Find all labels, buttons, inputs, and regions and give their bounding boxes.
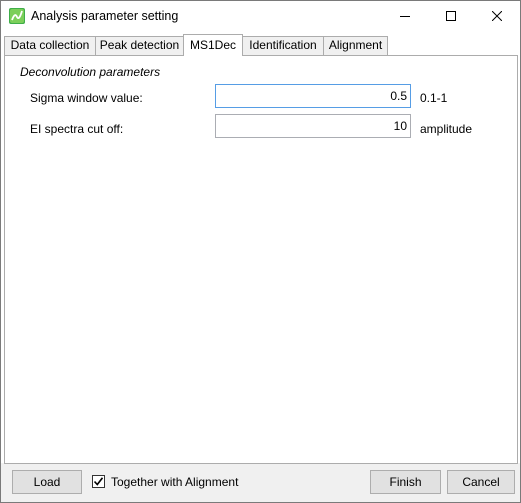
maximize-button[interactable] — [428, 1, 474, 32]
minimize-button[interactable] — [382, 1, 428, 32]
checkmark-icon — [94, 477, 103, 486]
close-button[interactable] — [474, 1, 520, 32]
window-title: Analysis parameter setting — [31, 9, 179, 23]
ei-cutoff-label: EI spectra cut off: — [30, 122, 124, 136]
ei-cutoff-input[interactable] — [215, 114, 411, 138]
tab-ms1dec[interactable]: MS1Dec — [183, 34, 243, 56]
sigma-window-input[interactable] — [215, 84, 411, 108]
tab-peak-detection[interactable]: Peak detection — [95, 36, 184, 55]
sigma-window-label: Sigma window value: — [30, 91, 143, 105]
ei-cutoff-unit: amplitude — [420, 122, 473, 136]
load-button[interactable]: Load — [12, 470, 82, 494]
deconvolution-group-title: Deconvolution parameters — [20, 65, 161, 79]
close-icon — [492, 11, 502, 21]
sigma-window-unit: 0.1-1 — [420, 91, 448, 105]
minimize-icon — [400, 16, 410, 17]
title-bar[interactable]: Analysis parameter setting — [1, 1, 520, 32]
tab-alignment[interactable]: Alignment — [323, 36, 388, 55]
tab-identification[interactable]: Identification — [242, 36, 324, 55]
together-with-alignment-checkbox[interactable] — [92, 475, 105, 488]
together-with-alignment-label[interactable]: Together with Alignment — [111, 475, 238, 489]
finish-button[interactable]: Finish — [370, 470, 441, 494]
ms1dec-panel: Deconvolution parameters Sigma window va… — [4, 55, 518, 464]
tab-data-collection[interactable]: Data collection — [4, 36, 96, 55]
tab-strip: Data collection Peak detection MS1Dec Id… — [4, 34, 518, 56]
dialog-window: Analysis parameter setting Data collecti… — [0, 0, 521, 503]
maximize-icon — [446, 11, 456, 21]
cancel-button[interactable]: Cancel — [447, 470, 515, 494]
app-icon — [9, 8, 25, 24]
footer-bar: Load Together with Alignment Finish Canc… — [1, 463, 520, 502]
